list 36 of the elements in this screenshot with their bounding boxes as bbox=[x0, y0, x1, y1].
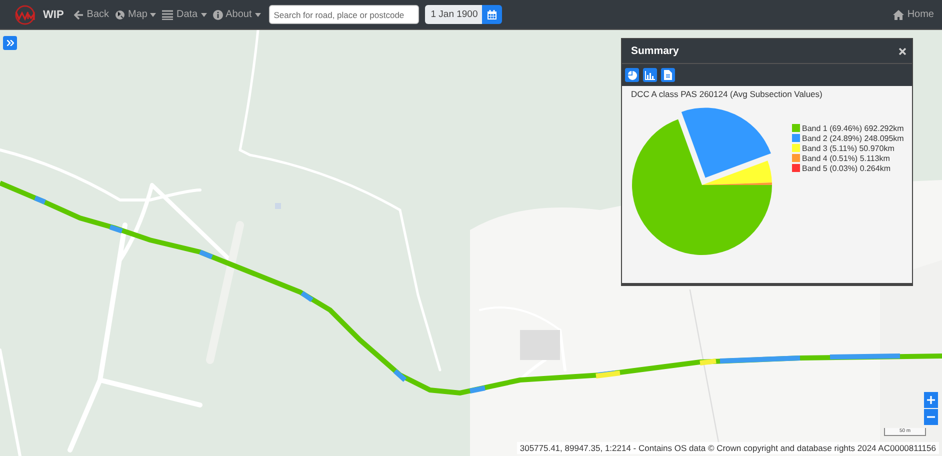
nav-link[interactable]: About bbox=[212, 9, 261, 20]
search-field[interactable]: Search for road, place or postcode bbox=[268, 5, 419, 24]
minus-icon bbox=[927, 413, 935, 421]
tool-button[interactable] bbox=[643, 68, 657, 82]
home-link[interactable]: Home bbox=[893, 9, 934, 20]
calendar-icon bbox=[486, 10, 497, 20]
calendar-button[interactable] bbox=[482, 5, 502, 24]
tool-button[interactable] bbox=[661, 68, 675, 82]
zoom-out-button[interactable] bbox=[924, 409, 938, 425]
map-attribution: 305775.41, 89947.35, 1:2214 - Contains OS data © Crown copyright and database rights 2024 AC0000811156 bbox=[516, 442, 939, 454]
nav-link[interactable]: Map bbox=[115, 9, 156, 20]
info-icon bbox=[212, 10, 223, 20]
expand-panel-button[interactable] bbox=[3, 36, 17, 50]
legend-label: Band 1 (69.46%) 692.292km bbox=[802, 124, 904, 132]
close-icon[interactable] bbox=[899, 48, 906, 54]
nav-link[interactable]: Back bbox=[74, 9, 110, 20]
chart-title: DCC A class PAS 260124 (Avg Subsection Values) bbox=[631, 89, 824, 99]
plus-icon bbox=[927, 396, 935, 404]
tool-button[interactable] bbox=[625, 68, 639, 82]
brand-name[interactable]: WIP bbox=[43, 8, 64, 20]
list-icon bbox=[162, 10, 174, 20]
pie-chart-icon bbox=[628, 70, 636, 80]
double-chevron-icon bbox=[6, 40, 14, 46]
legend-label: Band 5 (0.03%) 0.264km bbox=[802, 164, 890, 172]
zoom-in-button[interactable] bbox=[924, 392, 938, 408]
arrow-left-icon bbox=[74, 10, 84, 20]
home-icon bbox=[893, 10, 904, 20]
legend-label: Band 4 (0.51%) 5.113km bbox=[802, 154, 890, 162]
legend-label: Band 3 (5.11%) 50.970km bbox=[802, 144, 894, 152]
legend-label: Band 2 (24.89%) 248.095km bbox=[802, 134, 904, 142]
document-icon bbox=[664, 70, 672, 80]
date-field[interactable]: 1 Jan 1900 bbox=[424, 5, 484, 24]
nav-link[interactable]: Data bbox=[162, 9, 207, 20]
globe-icon bbox=[115, 10, 126, 20]
panel-title: Summary bbox=[631, 45, 679, 57]
bar-chart-icon bbox=[645, 70, 655, 80]
